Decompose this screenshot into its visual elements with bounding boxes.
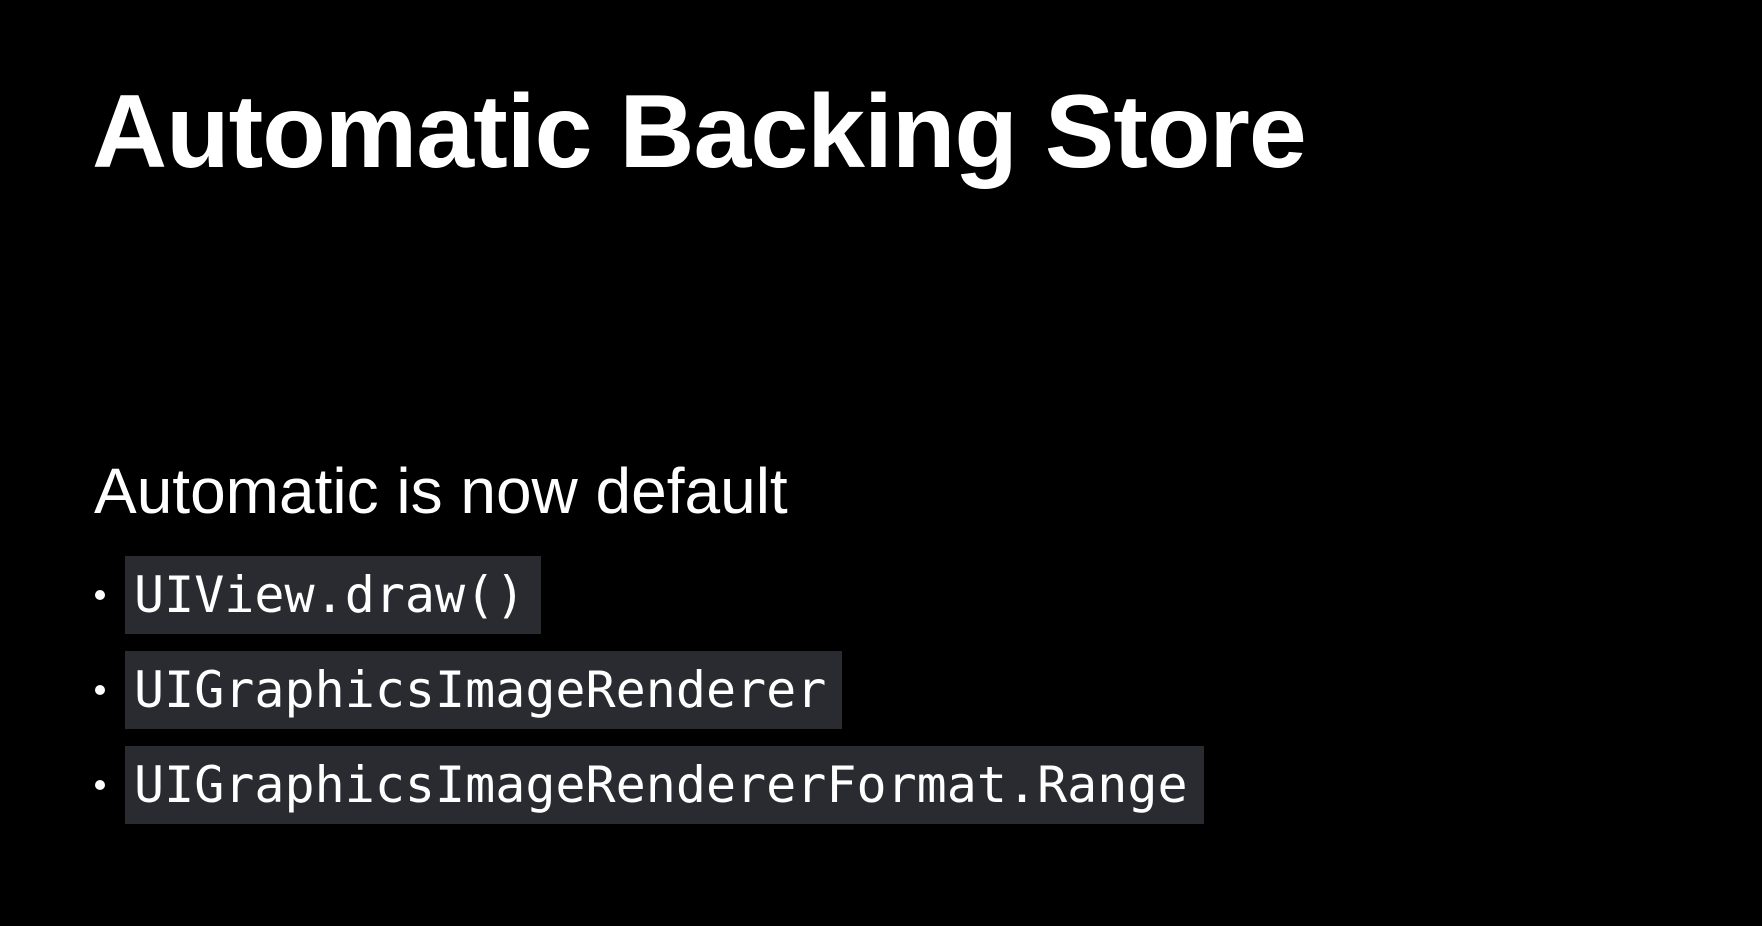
bullet-list: UIView.draw() UIGraphicsImageRenderer UI… <box>90 556 1204 841</box>
bullet-dot-icon <box>95 685 105 695</box>
bullet-item: UIGraphicsImageRendererFormat.Range <box>90 746 1204 824</box>
slide: Automatic Backing Store Automatic is now… <box>0 0 1762 926</box>
bullet-dot-icon <box>95 780 105 790</box>
code-snippet-renderer-format-range: UIGraphicsImageRendererFormat.Range <box>125 746 1204 824</box>
bullet-item: UIGraphicsImageRenderer <box>90 651 1204 729</box>
bullet-item: UIView.draw() <box>90 556 1204 634</box>
slide-subtitle: Automatic is now default <box>94 455 788 527</box>
bullet-dot-icon <box>95 590 105 600</box>
code-snippet-uiview-draw: UIView.draw() <box>125 556 542 634</box>
slide-title: Automatic Backing Store <box>92 74 1307 190</box>
code-snippet-image-renderer: UIGraphicsImageRenderer <box>125 651 843 729</box>
